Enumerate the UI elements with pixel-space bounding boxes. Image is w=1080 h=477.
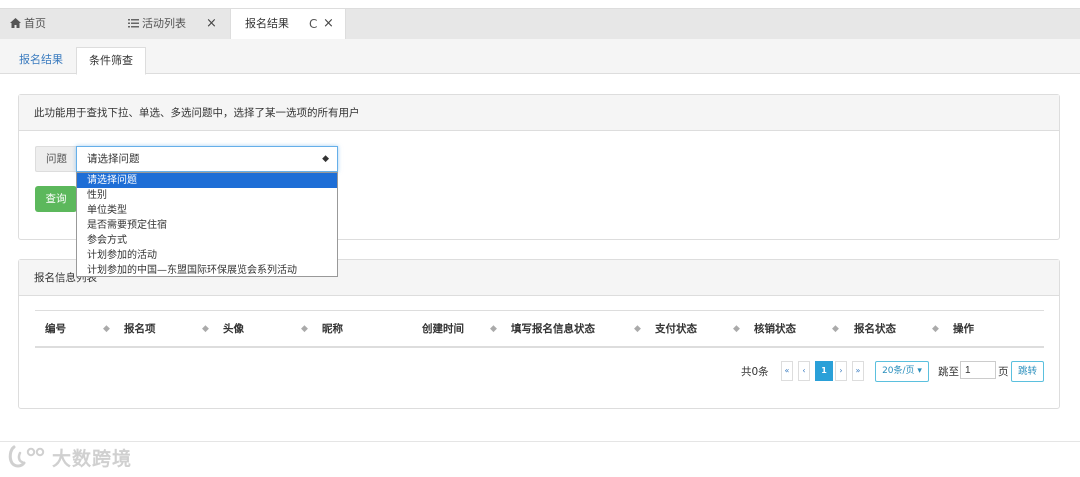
sort-icon[interactable]: ◆ [733,311,740,347]
col-created-time[interactable]: 创建时间 [422,311,464,347]
jump-page-input[interactable] [960,361,996,379]
col-fill-status[interactable]: 填写报名信息状态 [511,311,595,347]
question-dropdown-list: 请选择问题 性别 单位类型 是否需要预定住宿 参会方式 计划参加的活动 计划参加… [76,172,338,277]
sort-icon[interactable]: ◆ [832,311,839,347]
col-signup-item[interactable]: 报名项 [124,311,156,347]
select-arrow-icon: ◆ [322,154,329,164]
tab-home-label: 首页 [24,17,46,30]
sort-icon[interactable]: ◆ [932,311,939,347]
page-1-button[interactable]: 1 [815,361,833,381]
dropdown-option[interactable]: 参会方式 [77,233,337,248]
prev-page-button[interactable]: ‹ [798,361,810,381]
col-nickname[interactable]: 昵称 [322,311,343,347]
subtab-signup-result[interactable]: 报名结果 [19,47,63,74]
col-avatar[interactable]: 头像 [223,311,244,347]
watermark-logo-icon [8,445,45,468]
filter-panel-header: 此功能用于查找下拉、单选、多选问题中，选择了某一选项的所有用户 [19,95,1059,131]
col-id[interactable]: 编号 [45,311,66,347]
tab-signup-result[interactable]: 报名结果 C × [230,9,346,40]
dropdown-option[interactable]: 计划参加的活动 [77,248,337,263]
col-payment-status[interactable]: 支付状态 [655,311,697,347]
home-icon [10,18,21,28]
signup-list-panel: 报名信息列表 编号 ◆ 报名项 ◆ 头像 ◆ 昵称 创建时间 ◆ 填写报名信息状… [18,259,1060,409]
footer-divider [0,441,1080,442]
sort-icon[interactable]: ◆ [490,311,497,347]
page-label: 页 [998,366,1009,378]
jump-label: 跳至 [938,366,959,378]
sort-icon[interactable]: ◆ [103,311,110,347]
close-icon[interactable]: × [206,9,217,39]
watermark: 大数跨境 [8,442,132,472]
subtab-condition-filter[interactable]: 条件筛查 [76,47,146,75]
question-select[interactable]: 请选择问题 ◆ [76,146,338,172]
question-label: 问题 [35,146,77,172]
total-count: 共0条 [741,366,769,378]
next-page-button[interactable]: › [835,361,847,381]
col-actions: 操作 [953,323,974,335]
tab-home[interactable]: 首页 [10,9,46,39]
dropdown-option[interactable]: 是否需要预定住宿 [77,218,337,233]
page-size-select[interactable]: 20条/页 ▾ [875,361,929,382]
dropdown-option[interactable]: 性别 [77,188,337,203]
sort-icon[interactable]: ◆ [202,311,209,347]
list-icon [128,19,139,28]
col-signup-status[interactable]: 报名状态 [854,311,896,347]
dropdown-option[interactable]: 计划参加的中国—东盟国际环保展览会系列活动 [77,263,337,278]
watermark-text: 大数跨境 [52,447,133,470]
jump-button[interactable]: 跳转 [1011,361,1044,382]
col-verify-status[interactable]: 核销状态 [754,311,796,347]
question-select-value: 请选择问题 [87,153,140,165]
tab-signup-result-label: 报名结果 [245,17,289,30]
dropdown-option[interactable]: 请选择问题 [77,173,337,188]
sub-tab-bar: 报名结果 条件筛查 [0,39,1080,75]
sort-icon[interactable]: ◆ [634,311,641,347]
query-button[interactable]: 查询 [35,186,77,212]
top-tab-bar: 首页 活动列表 × 报名结果 C × [0,8,1080,40]
tab-activity-list[interactable]: 活动列表 × [128,9,217,39]
first-page-button[interactable]: « [781,361,793,381]
last-page-button[interactable]: » [852,361,864,381]
dropdown-option[interactable]: 单位类型 [77,203,337,218]
table-header: 编号 ◆ 报名项 ◆ 头像 ◆ 昵称 创建时间 ◆ 填写报名信息状态 ◆ 支付状… [35,310,1044,348]
tab-activity-list-label: 活动列表 [142,17,186,30]
close-icon[interactable]: × [323,9,334,39]
refresh-icon[interactable]: C [309,9,317,39]
sort-icon[interactable]: ◆ [301,311,308,347]
